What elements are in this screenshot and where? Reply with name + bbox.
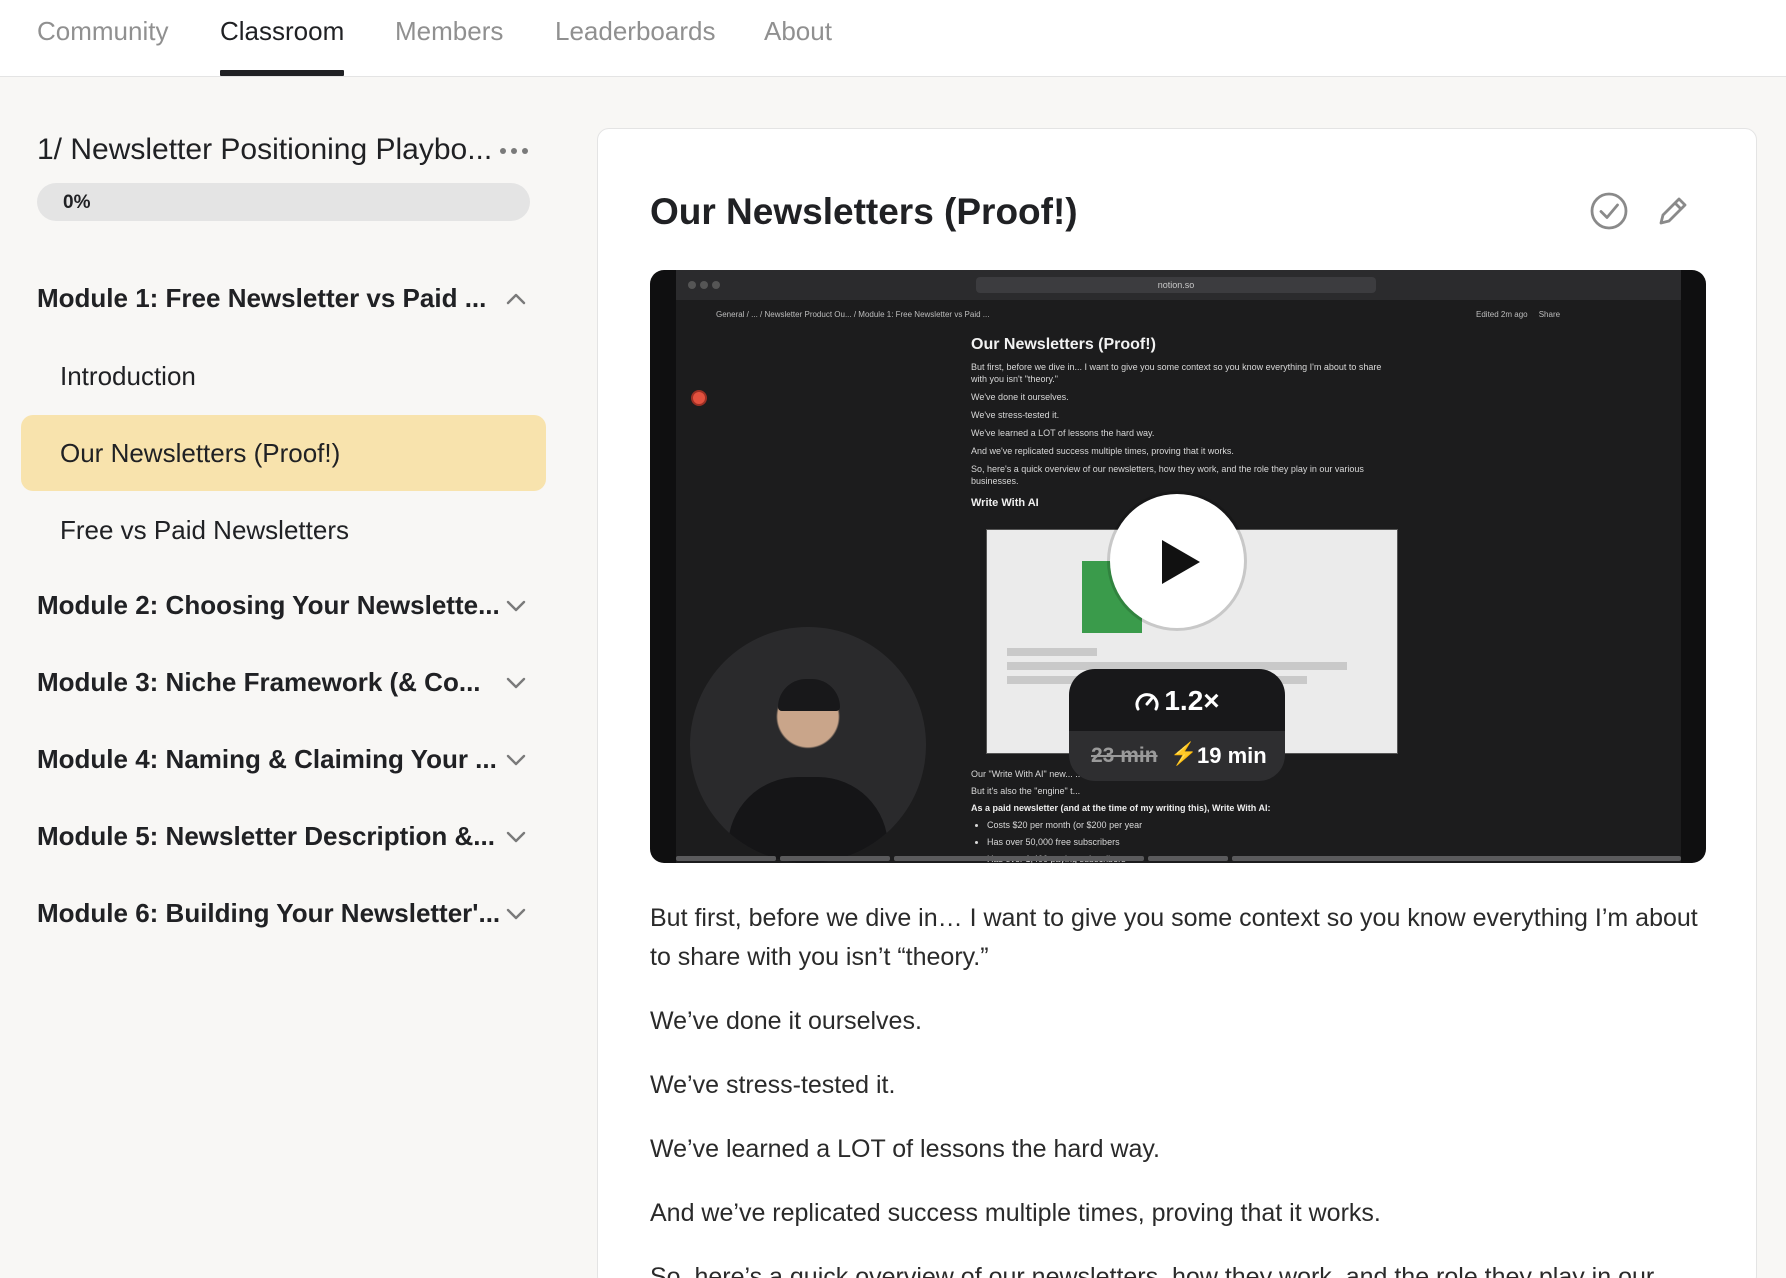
video-doc-line: We've stress-tested it. [971,410,1060,420]
video-doc-line: And we've replicated success multiple ti… [971,446,1234,456]
duration-comparison: 23 min ⚡ 19 min [1069,731,1285,781]
edited-label: Edited 2m ago [1476,310,1528,319]
lesson-our-newsletters[interactable]: Our Newsletters (Proof!) [21,415,546,491]
presenter-cap [778,679,840,711]
module-5[interactable]: Module 5: Newsletter Description &... [37,811,530,861]
tab-about[interactable]: About [764,16,832,76]
playback-speed-value: 1.2× [1164,685,1220,716]
lesson-label: Free vs Paid Newsletters [60,515,349,545]
tab-members[interactable]: Members [395,16,503,76]
lesson-paragraph: And we’ve replicated success multiple ti… [650,1199,1381,1227]
chevron-down-icon[interactable] [505,903,527,925]
play-icon [1162,540,1200,584]
lesson-paragraph: We’ve learned a LOT of lessons the hard … [650,1135,1160,1163]
url-bar: notion.so [976,277,1376,293]
lesson-label: Introduction [60,361,196,391]
recording-indicator-icon [691,390,707,406]
video-doc-bullet: Costs $20 per month (or $200 per year [987,817,1391,834]
presenter-webcam-bubble [690,627,926,863]
module-1[interactable]: Module 1: Free Newsletter vs Paid ... [37,273,530,323]
chevron-down-icon[interactable] [505,672,527,694]
module-2[interactable]: Module 2: Choosing Your Newslette... [37,580,530,630]
module-4[interactable]: Module 4: Naming & Claiming Your ... [37,734,530,784]
module-label: Module 1: Free Newsletter vs Paid ... [37,283,487,313]
module-label: Module 2: Choosing Your Newslette... [37,590,500,620]
progress-label: 0% [63,192,91,213]
chevron-down-icon[interactable] [505,595,527,617]
module-6[interactable]: Module 6: Building Your Newsletter'... [37,888,530,938]
lesson-paragraph: But first, before we dive in… I want to … [650,904,1698,971]
video-doc-line: So, here's a quick overview of our newsl… [971,464,1364,486]
video-doc-line: We've done it ourselves. [971,392,1069,402]
module-3[interactable]: Module 3: Niche Framework (& Co... [37,657,530,707]
video-edited-status: Edited 2m ago Share [1476,310,1560,319]
module-label: Module 3: Niche Framework (& Co... [37,667,481,697]
play-button[interactable] [1110,494,1244,628]
mark-complete-icon[interactable] [1589,191,1629,231]
playback-speed-badge[interactable]: 1.2× 23 min ⚡ 19 min [1069,669,1285,781]
lesson-paragraph: We’ve done it ourselves. [650,1007,922,1035]
video-breadcrumbs: General / ... / Newsletter Product Ou...… [716,310,990,319]
presenter-shirt [728,777,888,863]
share-label: Share [1538,310,1561,319]
lesson-content-card: Our Newsletters (Proof!) notion.so Gener… [597,128,1757,1278]
video-doc-line: But it's also the "engine" t... [971,786,1081,796]
original-duration: 23 min [1091,744,1158,767]
video-doc-line: But first, before we dive in... I want t… [971,362,1382,384]
lesson-paragraph: So, here’s a quick overview of our newsl… [650,1263,1655,1278]
tab-community[interactable]: Community [37,16,168,76]
lightning-icon: ⚡ [1170,741,1198,766]
chevron-down-icon[interactable] [505,826,527,848]
tab-leaderboards[interactable]: Leaderboards [555,16,715,76]
browser-toolbar: notion.so [676,270,1681,300]
video-doc-line: We've learned a LOT of lessons the hard … [971,428,1155,438]
course-title: 1/ Newsletter Positioning Playbo... [37,133,493,166]
module-label: Module 4: Naming & Claiming Your ... [37,744,497,774]
video-doc-title: Our Newsletters (Proof!) [971,336,1156,353]
lesson-introduction[interactable]: Introduction [21,338,546,414]
lesson-paragraph: We’ve stress-tested it. [650,1071,896,1099]
module-label: Module 5: Newsletter Description &... [37,821,495,851]
video-scrub-bar[interactable] [676,856,1681,861]
tab-classroom[interactable]: Classroom [220,16,345,76]
adjusted-duration: 19 min [1197,743,1267,768]
chevron-down-icon[interactable] [505,749,527,771]
video-doc-content: Our Newsletters (Proof!) But first, befo… [971,336,1391,509]
course-progress-bar: 0% [37,183,530,221]
top-nav: Community Classroom Members Leaderboards… [0,0,1786,77]
video-doc-bold-line: As a paid newsletter (and at the time of… [971,803,1271,813]
lesson-title: Our Newsletters (Proof!) [650,191,1078,232]
edit-pencil-icon[interactable] [1653,191,1693,231]
module-label: Module 6: Building Your Newsletter'... [37,898,501,928]
lesson-label: Our Newsletters (Proof!) [60,438,341,468]
chevron-up-icon[interactable] [505,288,527,310]
lesson-free-vs-paid[interactable]: Free vs Paid Newsletters [21,492,546,568]
course-sidebar: 1/ Newsletter Positioning Playbo... 0% M… [0,77,560,1278]
lesson-body: But first, before we dive in… I want to … [650,899,1720,1278]
lesson-video-player[interactable]: notion.so General / ... / Newsletter Pro… [650,270,1706,863]
video-doc-bullet: Has over 50,000 free subscribers [987,834,1391,851]
more-options-icon[interactable] [498,141,530,161]
